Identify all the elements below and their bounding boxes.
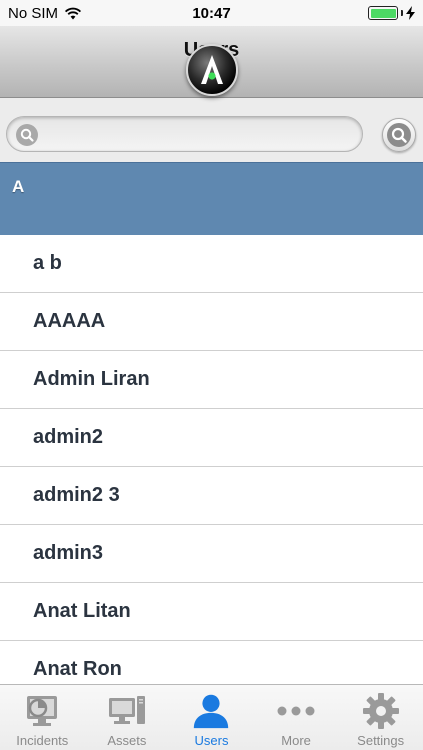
search-field[interactable]: [6, 116, 363, 152]
tab-label: Settings: [357, 733, 405, 748]
tab-incidents[interactable]: Incidents: [0, 685, 85, 750]
tab-label: Users: [194, 733, 229, 748]
search-button-icon: [387, 123, 411, 147]
user-list: a b AAAAA Admin Liran admin2 admin2 3 ad…: [0, 235, 423, 699]
search-bar: [0, 98, 423, 162]
user-icon: [190, 691, 232, 731]
charging-bolt-icon: [406, 6, 415, 20]
section-letter: A: [12, 177, 25, 196]
tab-bar: Incidents Assets Users More Settings: [0, 684, 423, 750]
tab-label: Incidents: [16, 733, 69, 748]
carrier-label: No SIM: [8, 4, 59, 22]
logo-icon: [201, 55, 223, 84]
list-item[interactable]: a b: [0, 235, 423, 293]
search-button[interactable]: [382, 118, 416, 152]
list-item[interactable]: admin2 3: [0, 467, 423, 525]
tab-label: More: [281, 733, 311, 748]
assets-icon: [106, 691, 148, 731]
tab-users[interactable]: Users: [169, 685, 254, 750]
status-bar: No SIM 10:47: [0, 0, 423, 26]
status-right: [368, 6, 415, 20]
tab-label: Assets: [107, 733, 147, 748]
list-item[interactable]: admin3: [0, 525, 423, 583]
tab-more[interactable]: More: [254, 685, 339, 750]
battery-icon: [368, 6, 398, 20]
battery-tip: [401, 10, 403, 16]
incidents-icon: [21, 691, 63, 731]
tab-assets[interactable]: Assets: [85, 685, 170, 750]
wifi-icon: [64, 7, 82, 19]
list-item[interactable]: AAAAA: [0, 293, 423, 351]
search-input[interactable]: [45, 121, 355, 149]
gear-icon: [360, 691, 402, 731]
search-icon: [16, 124, 38, 146]
list-item[interactable]: admin2: [0, 409, 423, 467]
list-item[interactable]: Anat Litan: [0, 583, 423, 641]
more-icon: [275, 691, 317, 731]
list-item[interactable]: Admin Liran: [0, 351, 423, 409]
users-screen: No SIM 10:47 Users: [0, 0, 423, 750]
status-left: No SIM: [8, 5, 82, 22]
section-header: A: [0, 162, 423, 235]
app-logo: [186, 44, 238, 96]
tab-settings[interactable]: Settings: [338, 685, 423, 750]
